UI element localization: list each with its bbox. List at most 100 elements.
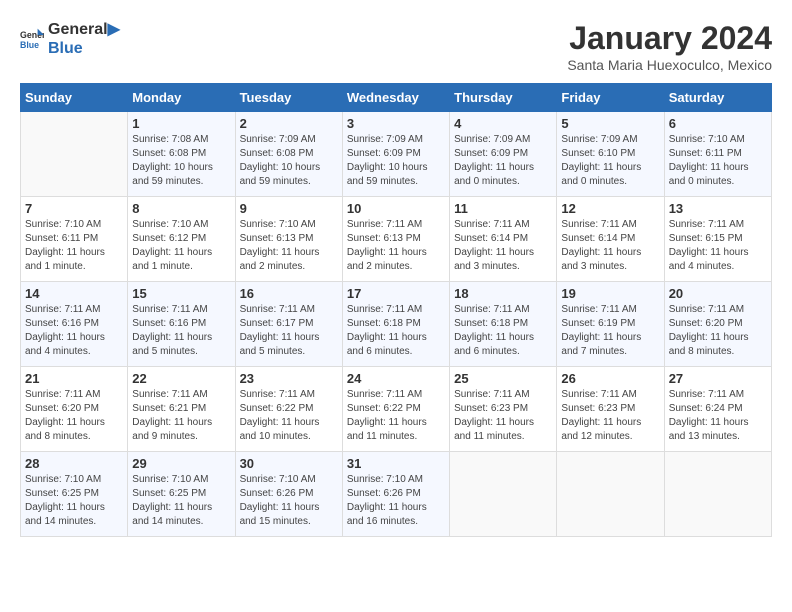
header-saturday: Saturday (664, 84, 771, 112)
calendar-cell: 11Sunrise: 7:11 AM Sunset: 6:14 PM Dayli… (450, 197, 557, 282)
calendar-cell: 5 Sunrise: 7:09 AM Sunset: 6:10 PM Daylig… (557, 112, 664, 197)
day-number: 12 (561, 201, 659, 216)
day-info: Sunrise: 7:08 AM Sunset: 6:08 PM Dayligh… (132, 133, 230, 189)
day-number: 28 (25, 456, 123, 471)
calendar-week-1: 1 Sunrise: 7:08 AM Sunset: 6:08 PM Daylig… (21, 112, 772, 197)
calendar-cell: 23Sunrise: 7:11 AM Sunset: 6:22 PM Dayli… (235, 367, 342, 452)
logo: General Blue General▶ Blue (20, 20, 120, 58)
day-info: Sunrise: 7:11 AM Sunset: 6:17 PM Dayligh… (240, 303, 338, 359)
day-number: 10 (347, 201, 445, 216)
calendar-cell: 26Sunrise: 7:11 AM Sunset: 6:23 PM Dayli… (557, 367, 664, 452)
day-info: Sunrise: 7:11 AM Sunset: 6:20 PM Dayligh… (669, 303, 767, 359)
calendar-cell (450, 452, 557, 537)
day-info: Sunrise: 7:11 AM Sunset: 6:15 PM Dayligh… (669, 218, 767, 274)
logo-general: General▶ (48, 20, 120, 39)
day-info: Sunrise: 7:11 AM Sunset: 6:21 PM Dayligh… (132, 388, 230, 444)
day-number: 14 (25, 286, 123, 301)
header-thursday: Thursday (450, 84, 557, 112)
calendar-cell: 20Sunrise: 7:11 AM Sunset: 6:20 PM Dayli… (664, 282, 771, 367)
calendar-header-row: SundayMondayTuesdayWednesdayThursdayFrid… (21, 84, 772, 112)
calendar-title: January 2024 (567, 20, 772, 57)
day-info: Sunrise: 7:09 AM Sunset: 6:08 PM Dayligh… (240, 133, 338, 189)
calendar-cell: 9 Sunrise: 7:10 AM Sunset: 6:13 PM Daylig… (235, 197, 342, 282)
day-number: 15 (132, 286, 230, 301)
header-friday: Friday (557, 84, 664, 112)
day-number: 29 (132, 456, 230, 471)
day-number: 21 (25, 371, 123, 386)
day-number: 9 (240, 201, 338, 216)
calendar-cell: 29 Sunrise: 7:10 AM Sunset: 6:25 PM Dayli… (128, 452, 235, 537)
calendar-week-3: 14 Sunrise: 7:11 AM Sunset: 6:16 PM Dayli… (21, 282, 772, 367)
day-number: 8 (132, 201, 230, 216)
day-info: Sunrise: 7:10 AM Sunset: 6:26 PM Dayligh… (347, 473, 445, 529)
day-info: Sunrise: 7:09 AM Sunset: 6:09 PM Dayligh… (454, 133, 552, 189)
calendar-cell: 19 Sunrise: 7:11 AM Sunset: 6:19 PM Dayli… (557, 282, 664, 367)
day-info: Sunrise: 7:11 AM Sunset: 6:13 PM Dayligh… (347, 218, 445, 274)
day-number: 5 (561, 116, 659, 131)
header-sunday: Sunday (21, 84, 128, 112)
day-number: 7 (25, 201, 123, 216)
day-number: 13 (669, 201, 767, 216)
calendar-week-4: 21 Sunrise: 7:11 AM Sunset: 6:20 PM Dayli… (21, 367, 772, 452)
day-info: Sunrise: 7:11 AM Sunset: 6:16 PM Dayligh… (25, 303, 123, 359)
calendar-cell: 16 Sunrise: 7:11 AM Sunset: 6:17 PM Dayli… (235, 282, 342, 367)
day-number: 19 (561, 286, 659, 301)
day-number: 23 (240, 371, 338, 386)
calendar-cell: 21 Sunrise: 7:11 AM Sunset: 6:20 PM Dayli… (21, 367, 128, 452)
calendar-body: 1 Sunrise: 7:08 AM Sunset: 6:08 PM Daylig… (21, 112, 772, 537)
calendar-cell: 30Sunrise: 7:10 AM Sunset: 6:26 PM Dayli… (235, 452, 342, 537)
day-number: 24 (347, 371, 445, 386)
header-tuesday: Tuesday (235, 84, 342, 112)
calendar-cell: 15 Sunrise: 7:11 AM Sunset: 6:16 PM Dayli… (128, 282, 235, 367)
day-number: 4 (454, 116, 552, 131)
calendar-cell: 6Sunrise: 7:10 AM Sunset: 6:11 PM Daylig… (664, 112, 771, 197)
calendar-cell: 10 Sunrise: 7:11 AM Sunset: 6:13 PM Dayli… (342, 197, 449, 282)
day-number: 1 (132, 116, 230, 131)
logo-icon: General Blue (20, 27, 44, 51)
calendar-week-5: 28 Sunrise: 7:10 AM Sunset: 6:25 PM Dayli… (21, 452, 772, 537)
day-info: Sunrise: 7:11 AM Sunset: 6:19 PM Dayligh… (561, 303, 659, 359)
calendar-cell: 22 Sunrise: 7:11 AM Sunset: 6:21 PM Dayli… (128, 367, 235, 452)
calendar-cell: 2 Sunrise: 7:09 AM Sunset: 6:08 PM Daylig… (235, 112, 342, 197)
calendar-cell: 18Sunrise: 7:11 AM Sunset: 6:18 PM Dayli… (450, 282, 557, 367)
calendar-table: SundayMondayTuesdayWednesdayThursdayFrid… (20, 83, 772, 537)
header-wednesday: Wednesday (342, 84, 449, 112)
day-info: Sunrise: 7:11 AM Sunset: 6:14 PM Dayligh… (561, 218, 659, 274)
calendar-cell (21, 112, 128, 197)
calendar-cell: 25 Sunrise: 7:11 AM Sunset: 6:23 PM Dayli… (450, 367, 557, 452)
day-number: 31 (347, 456, 445, 471)
calendar-cell: 8Sunrise: 7:10 AM Sunset: 6:12 PM Daylig… (128, 197, 235, 282)
calendar-cell: 31 Sunrise: 7:10 AM Sunset: 6:26 PM Dayli… (342, 452, 449, 537)
day-number: 2 (240, 116, 338, 131)
day-info: Sunrise: 7:11 AM Sunset: 6:23 PM Dayligh… (454, 388, 552, 444)
day-number: 16 (240, 286, 338, 301)
day-number: 3 (347, 116, 445, 131)
day-number: 22 (132, 371, 230, 386)
day-info: Sunrise: 7:10 AM Sunset: 6:13 PM Dayligh… (240, 218, 338, 274)
header-monday: Monday (128, 84, 235, 112)
svg-text:Blue: Blue (20, 40, 39, 50)
day-info: Sunrise: 7:11 AM Sunset: 6:18 PM Dayligh… (454, 303, 552, 359)
logo-blue: Blue (48, 39, 120, 58)
calendar-cell: 7Sunrise: 7:10 AM Sunset: 6:11 PM Daylig… (21, 197, 128, 282)
calendar-cell: 28Sunrise: 7:10 AM Sunset: 6:25 PM Dayli… (21, 452, 128, 537)
calendar-cell (557, 452, 664, 537)
day-number: 30 (240, 456, 338, 471)
day-number: 11 (454, 201, 552, 216)
day-info: Sunrise: 7:10 AM Sunset: 6:25 PM Dayligh… (132, 473, 230, 529)
day-number: 17 (347, 286, 445, 301)
day-info: Sunrise: 7:09 AM Sunset: 6:10 PM Dayligh… (561, 133, 659, 189)
title-area: January 2024 Santa Maria Huexoculco, Mex… (567, 20, 772, 73)
calendar-cell: 13 Sunrise: 7:11 AM Sunset: 6:15 PM Dayli… (664, 197, 771, 282)
page-header: General Blue General▶ Blue January 2024 … (20, 20, 772, 73)
day-info: Sunrise: 7:11 AM Sunset: 6:20 PM Dayligh… (25, 388, 123, 444)
day-number: 6 (669, 116, 767, 131)
day-info: Sunrise: 7:11 AM Sunset: 6:24 PM Dayligh… (669, 388, 767, 444)
day-number: 25 (454, 371, 552, 386)
calendar-cell (664, 452, 771, 537)
day-number: 27 (669, 371, 767, 386)
calendar-subtitle: Santa Maria Huexoculco, Mexico (567, 57, 772, 73)
day-info: Sunrise: 7:11 AM Sunset: 6:16 PM Dayligh… (132, 303, 230, 359)
day-info: Sunrise: 7:11 AM Sunset: 6:22 PM Dayligh… (347, 388, 445, 444)
calendar-cell: 1 Sunrise: 7:08 AM Sunset: 6:08 PM Daylig… (128, 112, 235, 197)
